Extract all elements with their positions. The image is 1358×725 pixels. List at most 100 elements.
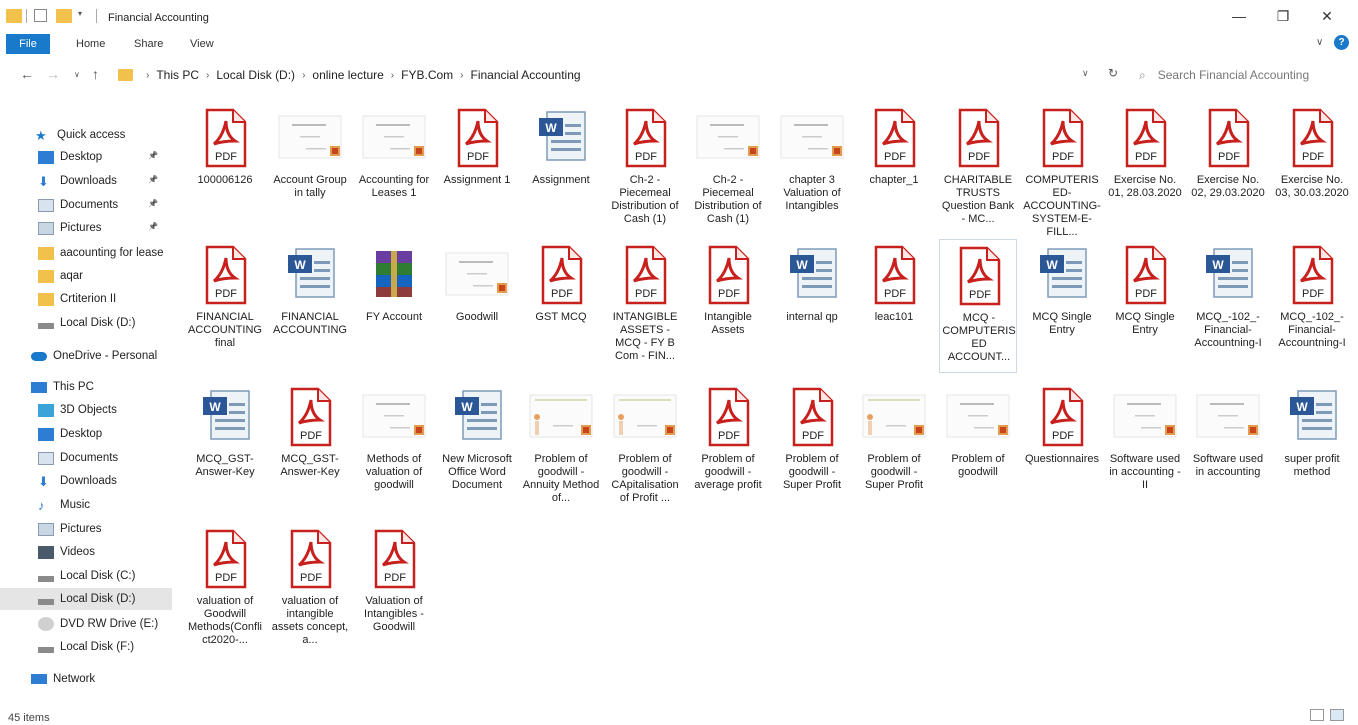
up-arrow-icon[interactable]: ↑ [92, 66, 99, 82]
file-item[interactable]: PDF Valuation of Intangibles - Goodwill [355, 523, 433, 657]
new-folder-icon[interactable] [56, 9, 72, 23]
sidebar-item-local-disk-d[interactable]: Local Disk (D:) [0, 312, 172, 334]
tab-view[interactable]: View [190, 38, 214, 50]
customize-quick-access-icon[interactable]: ▾ [78, 9, 88, 23]
breadcrumb-online-lecture[interactable]: online lecture [312, 68, 383, 82]
file-item[interactable]: Problem of goodwill - CApitalisation of … [606, 381, 684, 515]
file-item[interactable]: W FINANCIAL ACCOUNTING [271, 239, 349, 373]
help-icon[interactable]: ? [1334, 35, 1349, 50]
file-item[interactable]: PDF Exercise No. 01, 28.03.2020 [1106, 102, 1184, 236]
file-item[interactable]: W MCQ Single Entry [1023, 239, 1101, 373]
file-item[interactable]: PDF INTANGIBLE ASSETS - MCQ - FY B Com - … [606, 239, 684, 373]
sidebar-item-pictures[interactable]: Pictures [0, 518, 172, 540]
pin-icon[interactable]: 📌 [148, 175, 158, 184]
file-item[interactable]: PDF valuation of Goodwill Methods(Conflic… [186, 523, 264, 657]
file-item[interactable]: W MCQ_-102_-Financial-Accountning-I [1189, 239, 1267, 373]
file-item[interactable]: PDF leac101 [855, 239, 933, 373]
sidebar-item-downloads[interactable]: ⬇ Downloads 📌 [0, 170, 172, 192]
forward-arrow-icon[interactable]: → [46, 66, 60, 82]
address-dropdown-icon[interactable]: ∨ [1082, 68, 1089, 79]
sidebar-item-this-pc[interactable]: This PC [0, 376, 172, 398]
chevron-right-icon[interactable]: › [302, 70, 305, 81]
file-item[interactable]: chapter 3 Valuation of Intangibles [773, 102, 851, 236]
breadcrumb-fybcom[interactable]: FYB.Com [401, 68, 453, 82]
pin-icon[interactable]: 📌 [148, 222, 158, 231]
close-button[interactable]: ✕ [1312, 6, 1342, 26]
file-item[interactable]: Problem of goodwill - Super Profit [855, 381, 933, 515]
file-item[interactable]: Software used in accounting [1189, 381, 1267, 515]
sidebar-item-dvd-rw-drive-e[interactable]: DVD RW Drive (E:) [0, 613, 172, 635]
file-item[interactable]: Winternal qp [773, 239, 851, 373]
expand-ribbon-icon[interactable]: ∨ [1316, 37, 1323, 48]
tab-share[interactable]: Share [134, 38, 163, 50]
sidebar-item-network[interactable]: Network [0, 668, 172, 690]
search-box[interactable]: ⌕ Search Financial Accounting [1127, 63, 1345, 87]
file-item[interactable]: PDF Problem of goodwill - Super Profit [773, 381, 851, 515]
breadcrumb-this-pc[interactable]: This PC [156, 68, 199, 82]
sidebar-item-pictures[interactable]: Pictures 📌 [0, 217, 172, 239]
file-item[interactable]: FY Account [355, 239, 433, 373]
file-item[interactable]: Ch-2 -Piecemeal Distribution of Cash (1) [689, 102, 767, 236]
sidebar-item-documents[interactable]: Documents [0, 447, 172, 469]
file-item[interactable]: W Assignment [522, 102, 600, 236]
file-item[interactable]: Wsuper profit method [1273, 381, 1351, 515]
sidebar-item-quick-access[interactable]: ★ Quick access [0, 124, 172, 146]
file-item[interactable]: PDF GST MCQ [522, 239, 600, 373]
file-item[interactable]: PDF Questionnaires [1023, 381, 1101, 515]
pin-icon[interactable]: 📌 [148, 199, 158, 208]
file-item[interactable]: PDF valuation of intangible assets concep… [271, 523, 349, 657]
file-item[interactable]: Problem of goodwill [939, 381, 1017, 515]
chevron-right-icon[interactable]: › [391, 70, 394, 81]
file-item[interactable]: PDF COMPUTERISED-ACCOUNTING-SYSTEM-E-FILL… [1023, 102, 1101, 238]
chevron-right-icon[interactable]: › [460, 70, 463, 81]
properties-icon[interactable] [34, 9, 47, 22]
file-item[interactable]: PDF MCQ_-102_-Financial-Accountning-I [1273, 239, 1351, 373]
sidebar-item-local-disk-d[interactable]: Local Disk (D:) [0, 588, 172, 610]
file-item[interactable]: PDF 100006126 [186, 102, 264, 236]
tab-file[interactable]: File [6, 34, 50, 54]
breadcrumb-local-disk[interactable]: Local Disk (D:) [216, 68, 295, 82]
sidebar-item-local-disk-c[interactable]: Local Disk (C:) [0, 565, 172, 587]
chevron-right-icon[interactable]: › [206, 70, 209, 81]
file-item[interactable]: Software used in accounting - II [1106, 381, 1184, 515]
sidebar-item-videos[interactable]: Videos [0, 541, 172, 563]
maximize-button[interactable]: ❐ [1268, 6, 1298, 26]
file-item[interactable]: W MCQ_GST-Answer-Key [186, 381, 264, 515]
details-view-icon[interactable] [1310, 709, 1324, 721]
pin-icon[interactable]: 📌 [148, 151, 158, 160]
sidebar-item-music[interactable]: ♪ Music [0, 494, 172, 516]
file-item[interactable]: PDF MCQ - COMPUTERISED ACCOUNT... [939, 239, 1017, 373]
sidebar-item-documents[interactable]: Documents 📌 [0, 194, 172, 216]
minimize-button[interactable]: — [1224, 6, 1254, 26]
refresh-icon[interactable]: ↻ [1108, 66, 1118, 80]
back-arrow-icon[interactable]: ← [20, 66, 34, 82]
file-item[interactable]: PDF FINANCIAL ACCOUNTING final [186, 239, 264, 373]
file-item[interactable]: PDF MCQ Single Entry [1106, 239, 1184, 373]
sidebar-item-3d-objects[interactable]: 3D Objects [0, 399, 172, 421]
file-item[interactable]: Account Group in tally [271, 102, 349, 236]
recent-locations-icon[interactable]: ∨ [74, 70, 80, 79]
file-item[interactable]: PDF MCQ_GST-Answer-Key [271, 381, 349, 515]
sidebar-item-onedrive-personal[interactable]: OneDrive - Personal [0, 345, 172, 367]
breadcrumb-financial-accounting[interactable]: Financial Accounting [471, 68, 581, 82]
address-bar[interactable]: › This PC › Local Disk (D:) › online lec… [115, 63, 1101, 87]
sidebar-item-aqar[interactable]: aqar [0, 265, 172, 287]
sidebar-item-aacounting-for-lease[interactable]: aacounting for lease [0, 242, 172, 264]
sidebar-item-desktop[interactable]: Desktop 📌 [0, 146, 172, 168]
chevron-right-icon[interactable]: › [146, 70, 149, 81]
file-item[interactable]: Goodwill [438, 239, 516, 373]
file-item[interactable]: PDF CHARITABLE TRUSTS Question Bank - MC.… [939, 102, 1017, 236]
file-item[interactable]: Methods of valuation of goodwill [355, 381, 433, 515]
file-item[interactable]: PDF Assignment 1 [438, 102, 516, 236]
sidebar-item-downloads[interactable]: ⬇ Downloads [0, 470, 172, 492]
sidebar-item-local-disk-f[interactable]: Local Disk (F:) [0, 636, 172, 658]
file-item[interactable]: Problem of goodwill - Annuity Method of.… [522, 381, 600, 515]
file-item[interactable]: PDF Exercise No. 02, 29.03.2020 [1189, 102, 1267, 236]
sidebar-item-crtiterion-ii[interactable]: Crtiterion II [0, 288, 172, 310]
file-item[interactable]: PDF Problem of goodwill - average profit [689, 381, 767, 515]
file-item[interactable]: PDF Ch-2 -Piecemeal Distribution of Cash … [606, 102, 684, 236]
sidebar-item-desktop[interactable]: Desktop [0, 423, 172, 445]
file-item[interactable]: PDF chapter_1 [855, 102, 933, 236]
file-item[interactable]: PDF Exercise No. 03, 30.03.2020 [1273, 102, 1351, 236]
file-item[interactable]: Accounting for Leases 1 [355, 102, 433, 236]
